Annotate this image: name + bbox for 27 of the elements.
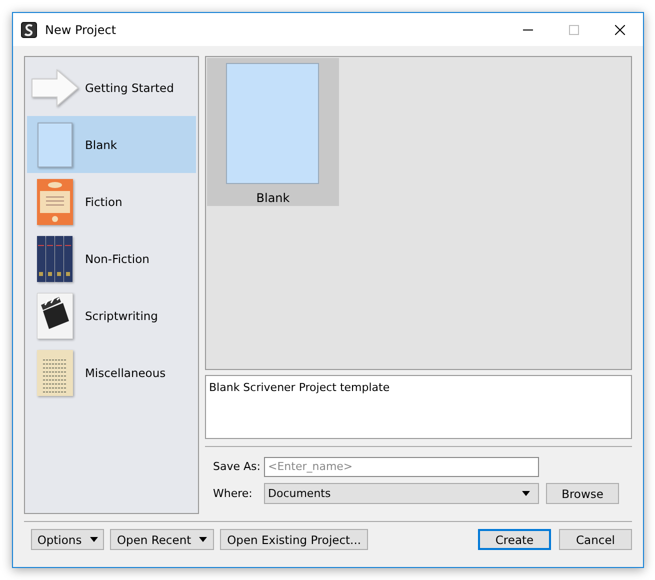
arrow-icon <box>31 68 79 106</box>
name-field[interactable]: <Enter_name> <box>264 456 539 476</box>
category-item[interactable]: Miscellaneous <box>27 344 196 401</box>
category-item[interactable]: Fiction <box>27 173 196 230</box>
clapperboard-icon <box>37 292 73 338</box>
save-as-label: Save As: <box>212 460 262 473</box>
where-label: Where: <box>212 487 254 500</box>
category-item[interactable]: Getting Started <box>27 59 196 116</box>
document-icon <box>37 350 73 396</box>
browse-button[interactable]: Browse <box>546 483 619 504</box>
template-item[interactable]: Blank <box>207 58 339 206</box>
footer-button[interactable]: Open Recent <box>110 529 214 550</box>
books-icon <box>37 236 73 282</box>
footer-button[interactable]: Options <box>31 529 104 550</box>
window-title: New Project <box>45 22 116 36</box>
category-item[interactable]: Blank <box>27 116 196 173</box>
category-item[interactable]: Non-Fiction <box>27 230 196 287</box>
dialog-button[interactable]: Cancel <box>559 529 632 550</box>
description-text: Blank Scrivener Project template <box>209 381 390 394</box>
page-icon <box>37 122 73 168</box>
book-cover-icon <box>37 178 73 224</box>
location-dropdown[interactable]: Documents <box>264 483 539 504</box>
close-icon[interactable] <box>615 24 625 34</box>
dialog-button[interactable]: Create <box>478 529 551 550</box>
footer-button[interactable]: Open Existing Project... <box>220 529 368 550</box>
category-item[interactable]: Scriptwriting <box>27 287 196 344</box>
app-icon <box>21 22 37 38</box>
